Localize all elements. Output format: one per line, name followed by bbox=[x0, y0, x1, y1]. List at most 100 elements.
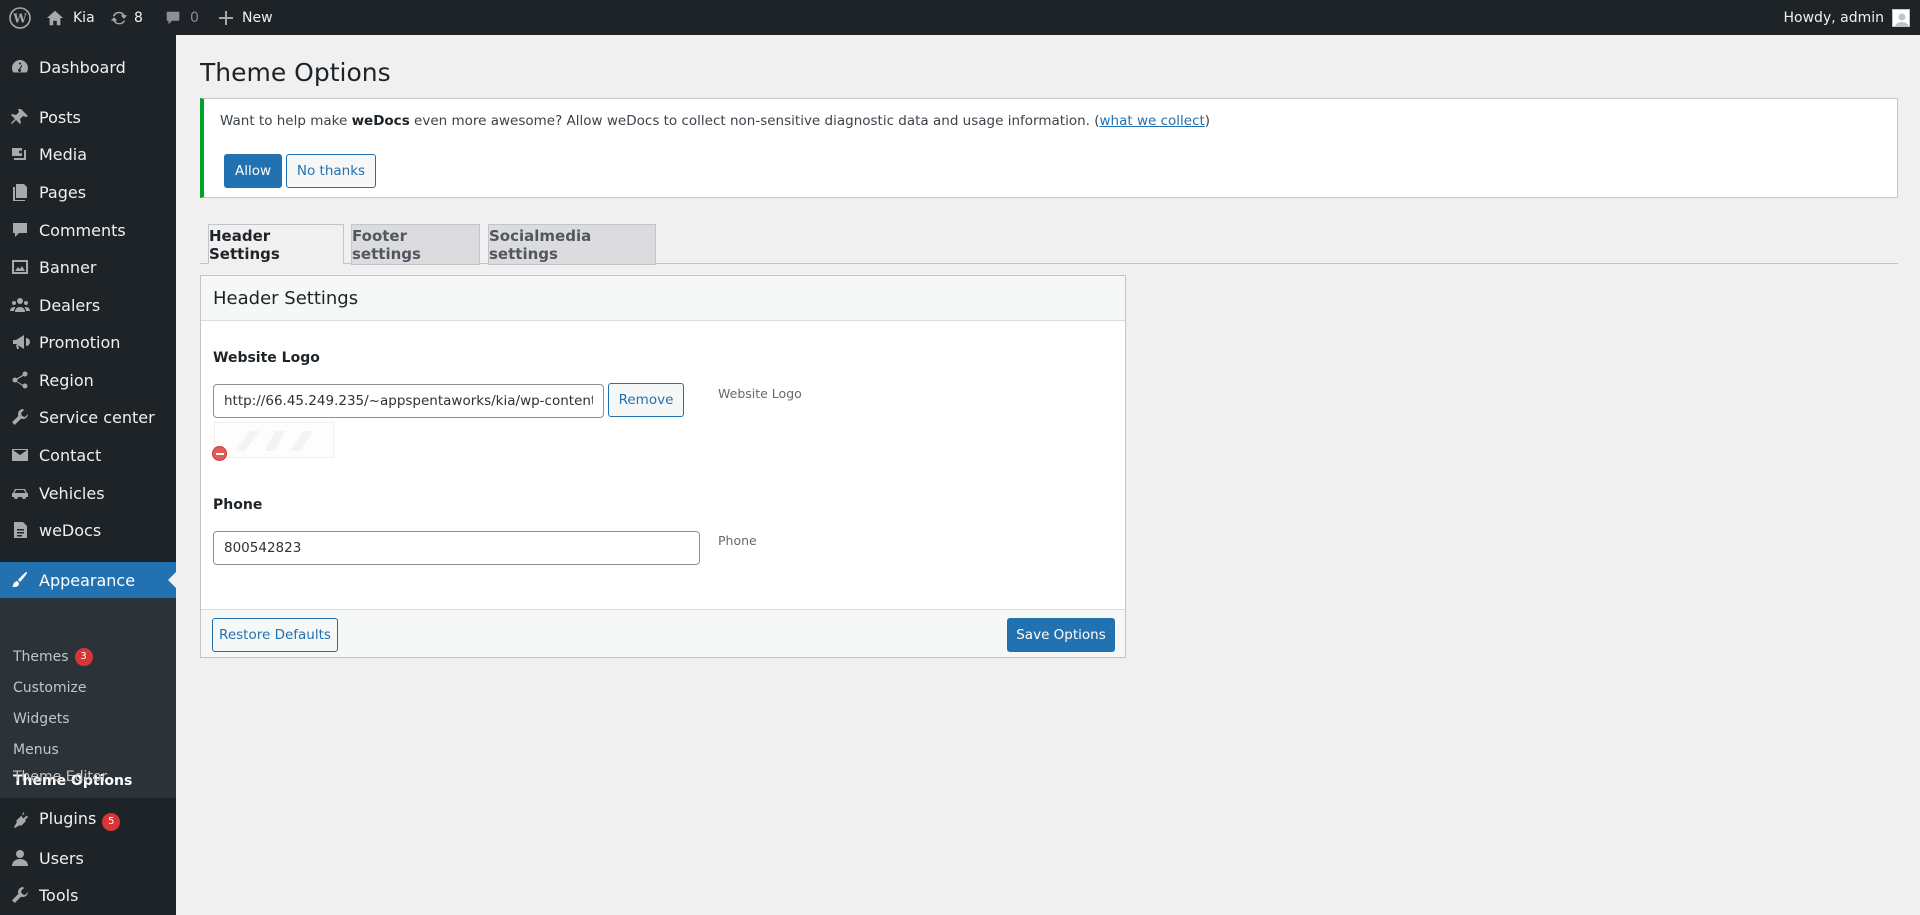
menu-item-label: Plugins 5 bbox=[39, 809, 121, 831]
menu-item-vehicles[interactable]: Vehicles bbox=[0, 475, 176, 511]
menu-item-label: Contact bbox=[39, 445, 102, 465]
menu-item-users[interactable]: Users bbox=[0, 840, 176, 876]
image-icon bbox=[10, 257, 30, 277]
menu-item-plugins[interactable]: Plugins 5 bbox=[0, 802, 176, 838]
menu-item-dashboard[interactable]: Dashboard bbox=[0, 49, 176, 85]
tab-socialmedia-settings[interactable]: Socialmedia settings bbox=[488, 224, 656, 265]
plugins-update-badge: 5 bbox=[102, 813, 121, 831]
menu-item-label: Service center bbox=[39, 407, 155, 427]
megaphone-icon bbox=[10, 332, 30, 352]
no-thanks-button[interactable]: No thanks bbox=[286, 154, 376, 188]
submenu-item-customize[interactable]: Customize bbox=[13, 678, 87, 698]
phone-description: Phone bbox=[718, 533, 757, 548]
menu-item-banner[interactable]: Banner bbox=[0, 249, 176, 285]
submenu-item-menus[interactable]: Menus bbox=[13, 740, 59, 760]
menu-item-label: Appearance bbox=[39, 570, 136, 590]
comments-count: 0 bbox=[190, 9, 199, 26]
updates-link[interactable]: 8 bbox=[110, 0, 143, 35]
notice-text-before: Want to help make bbox=[220, 113, 352, 129]
logo-preview-image bbox=[214, 422, 334, 458]
wedocs-tracking-notice: Want to help make weDocs even more aweso… bbox=[200, 98, 1898, 198]
user-icon bbox=[10, 848, 30, 868]
menu-item-label: Dashboard bbox=[39, 57, 126, 77]
menu-item-region[interactable]: Region bbox=[0, 362, 176, 398]
what-we-collect-link[interactable]: what we collect bbox=[1099, 113, 1204, 129]
admin-bar: W Kia 8 0 New Howdy, admin bbox=[0, 0, 1920, 35]
save-options-button[interactable]: Save Options bbox=[1007, 618, 1115, 652]
submenu-item-theme-editor[interactable]: Theme Editor bbox=[13, 767, 107, 787]
header-settings-panel: Header Settings Website Logo Remove Webs… bbox=[200, 275, 1126, 658]
menu-item-comments[interactable]: Comments bbox=[0, 212, 176, 248]
menu-item-posts[interactable]: Posts bbox=[0, 99, 176, 135]
menu-item-appearance[interactable]: Appearance bbox=[0, 562, 176, 598]
car-icon bbox=[10, 483, 30, 503]
pages-icon bbox=[10, 182, 30, 202]
notice-text-after: even more awesome? Allow weDocs to colle… bbox=[409, 113, 1100, 129]
menu-item-wedocs[interactable]: weDocs bbox=[0, 512, 176, 548]
dashboard-icon bbox=[10, 57, 30, 77]
comments-link[interactable]: 0 bbox=[164, 0, 199, 35]
panel-header: Header Settings bbox=[201, 276, 1125, 321]
plugin-icon bbox=[10, 810, 30, 830]
refresh-icon bbox=[110, 9, 128, 27]
share-icon bbox=[10, 370, 30, 390]
new-label: New bbox=[242, 9, 273, 26]
svg-text:W: W bbox=[12, 11, 27, 25]
submenu-item-label: Theme Editor bbox=[13, 769, 108, 785]
allow-button[interactable]: Allow bbox=[224, 154, 282, 188]
panel-footer: Restore Defaults Save Options bbox=[201, 609, 1125, 657]
menu-item-tools[interactable]: Tools bbox=[0, 877, 176, 913]
notice-brand: weDocs bbox=[351, 113, 410, 129]
menu-item-label: Tools bbox=[39, 885, 79, 905]
restore-defaults-button[interactable]: Restore Defaults bbox=[212, 618, 338, 652]
tab-header-settings[interactable]: Header Settings bbox=[208, 224, 344, 265]
avatar bbox=[1892, 8, 1910, 27]
menu-item-contact[interactable]: Contact bbox=[0, 437, 176, 473]
comment-icon bbox=[10, 220, 30, 240]
howdy-label: Howdy, admin bbox=[1783, 9, 1884, 26]
menu-item-label: Banner bbox=[39, 257, 97, 277]
menu-item-label: Pages bbox=[39, 182, 87, 202]
submenu-item-themes[interactable]: Themes 3 bbox=[13, 647, 93, 667]
menu-item-promotion[interactable]: Promotion bbox=[0, 324, 176, 360]
plugins-label: Plugins bbox=[39, 809, 97, 828]
phone-input[interactable] bbox=[213, 531, 700, 565]
media-icon bbox=[10, 144, 30, 164]
new-content-link[interactable]: New bbox=[218, 0, 273, 35]
email-icon bbox=[10, 445, 30, 465]
account-menu[interactable]: Howdy, admin bbox=[1784, 0, 1910, 35]
menu-item-service-center[interactable]: Service center bbox=[0, 399, 176, 435]
paintbrush-icon bbox=[10, 570, 30, 590]
menu-item-label: Region bbox=[39, 370, 94, 390]
updates-count: 8 bbox=[134, 9, 143, 26]
menu-item-label: Promotion bbox=[39, 332, 121, 352]
page-title: Theme Options bbox=[200, 58, 391, 87]
menu-item-label: Users bbox=[39, 848, 84, 868]
groups-icon bbox=[10, 295, 30, 315]
phone-label: Phone bbox=[213, 497, 263, 513]
menu-item-pages[interactable]: Pages bbox=[0, 174, 176, 210]
menu-item-dealers[interactable]: Dealers bbox=[0, 287, 176, 323]
submenu-item-label: Customize bbox=[13, 680, 87, 696]
submenu-item-label: Themes bbox=[13, 649, 69, 665]
wordpress-logo-icon[interactable]: W bbox=[6, 0, 34, 35]
notice-text-close: ) bbox=[1204, 113, 1211, 129]
comment-bubble-icon bbox=[164, 9, 182, 27]
menu-item-media[interactable]: Media bbox=[0, 136, 176, 172]
notice-message: Want to help make weDocs even more aweso… bbox=[220, 113, 1210, 129]
plus-icon bbox=[218, 10, 234, 26]
website-logo-input[interactable] bbox=[213, 384, 604, 418]
site-name-label: Kia bbox=[73, 9, 95, 26]
menu-item-label: Dealers bbox=[39, 295, 101, 315]
admin-sidebar: Dashboard Posts Media Pages Comments Ban… bbox=[0, 35, 176, 915]
menu-item-label: Media bbox=[39, 144, 88, 164]
website-logo-label: Website Logo bbox=[213, 350, 320, 366]
menu-item-label: Posts bbox=[39, 107, 81, 127]
site-name-link[interactable]: Kia bbox=[46, 0, 95, 35]
remove-image-icon[interactable] bbox=[212, 446, 227, 461]
home-icon bbox=[46, 9, 64, 27]
tab-footer-settings[interactable]: Footer settings bbox=[351, 224, 480, 265]
submenu-item-widgets[interactable]: Widgets bbox=[13, 709, 70, 729]
menu-item-label: weDocs bbox=[39, 520, 102, 540]
remove-logo-button[interactable]: Remove bbox=[608, 383, 684, 417]
